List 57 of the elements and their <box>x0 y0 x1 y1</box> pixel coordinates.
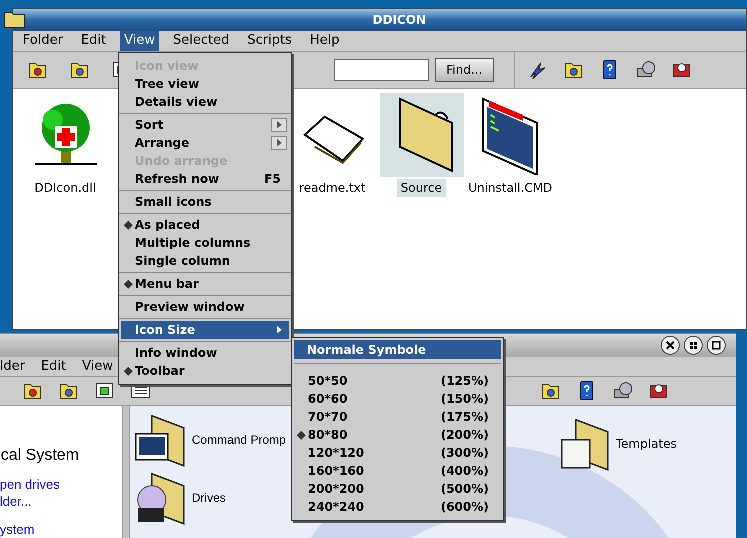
diamond-check-icon <box>296 430 306 440</box>
menu-item[interactable]: Menu bar <box>121 275 289 293</box>
file-label[interactable]: Uninstall.CMD <box>464 179 557 197</box>
menu-item[interactable]: Toolbar <box>121 362 289 380</box>
menu-item[interactable]: Refresh now F5 <box>121 170 289 188</box>
menu-item[interactable]: 120*120 (300%) <box>294 444 501 462</box>
menu-item[interactable]: Details view <box>121 93 289 111</box>
menu-item[interactable]: As placed <box>121 216 289 234</box>
menu-item[interactable]: 240*240 (600%) <box>294 498 501 516</box>
item-label[interactable]: Templates <box>616 435 678 453</box>
menu-item[interactable]: Arrange <box>121 134 289 152</box>
menu-item[interactable]: Help <box>306 31 344 51</box>
menu-item[interactable]: Selected <box>169 31 234 51</box>
close-button[interactable] <box>661 336 680 355</box>
square-icon <box>712 340 721 350</box>
menu-item[interactable]: Folder <box>19 31 68 51</box>
file-label[interactable]: readme.txt <box>295 179 370 197</box>
item-label[interactable]: Drives <box>192 489 226 507</box>
diamond-check-icon <box>124 220 132 230</box>
menu-item[interactable]: 160*160 (400%) <box>294 462 501 480</box>
file-label[interactable]: Source <box>396 179 446 197</box>
menu-item[interactable]: 50*50 (125%) <box>294 372 501 390</box>
menu-item[interactable]: 200*200 (500%) <box>294 480 501 498</box>
menu-item[interactable]: View <box>120 31 160 51</box>
menu-item[interactable]: Scripts <box>244 31 296 51</box>
menu-item[interactable]: Edit <box>41 356 66 376</box>
window-title: DDICON <box>372 12 428 29</box>
tile-button[interactable] <box>684 336 703 355</box>
menu-item[interactable]: Single column <box>121 252 289 270</box>
grid-icon <box>689 340 698 350</box>
close-icon <box>666 340 675 350</box>
menu-item[interactable]: Preview window <box>121 298 289 316</box>
menu-item[interactable]: Icon Size <box>121 321 289 339</box>
menu-item[interactable]: View <box>82 356 114 376</box>
scrollbar[interactable] <box>122 406 130 538</box>
menu-item[interactable]: Small icons <box>121 193 289 211</box>
find-button[interactable]: Find... <box>435 58 494 82</box>
menu-item[interactable]: Multiple columns <box>121 234 289 252</box>
menu-item[interactable]: Info window <box>121 344 289 362</box>
menu-item[interactable]: Edit <box>77 31 110 51</box>
pane-link[interactable]: lder... <box>0 493 122 510</box>
search-field[interactable] <box>334 59 429 81</box>
menu-item[interactable]: Normale Symbole <box>294 340 501 359</box>
menu-item[interactable]: 60*60 (150%) <box>294 390 501 408</box>
item-label[interactable]: Command Promp <box>192 431 286 449</box>
menu-item[interactable]: Tree view <box>121 75 289 93</box>
menu-item[interactable]: 70*70 (175%) <box>294 408 501 426</box>
pane-link[interactable]: pen drives <box>0 476 122 493</box>
menu-item[interactable]: lder <box>0 356 26 376</box>
pane-heading: cal System <box>1 446 80 466</box>
file-label[interactable]: DDIcon.dll <box>30 179 100 197</box>
diamond-check-icon <box>124 366 132 376</box>
diamond-check-icon <box>124 280 132 288</box>
pane-link[interactable]: ystem <box>0 521 122 538</box>
maximize-button[interactable] <box>707 336 726 355</box>
menu-item[interactable]: 80*80 (200%) <box>294 426 501 444</box>
menu-item[interactable]: Sort <box>121 116 289 134</box>
